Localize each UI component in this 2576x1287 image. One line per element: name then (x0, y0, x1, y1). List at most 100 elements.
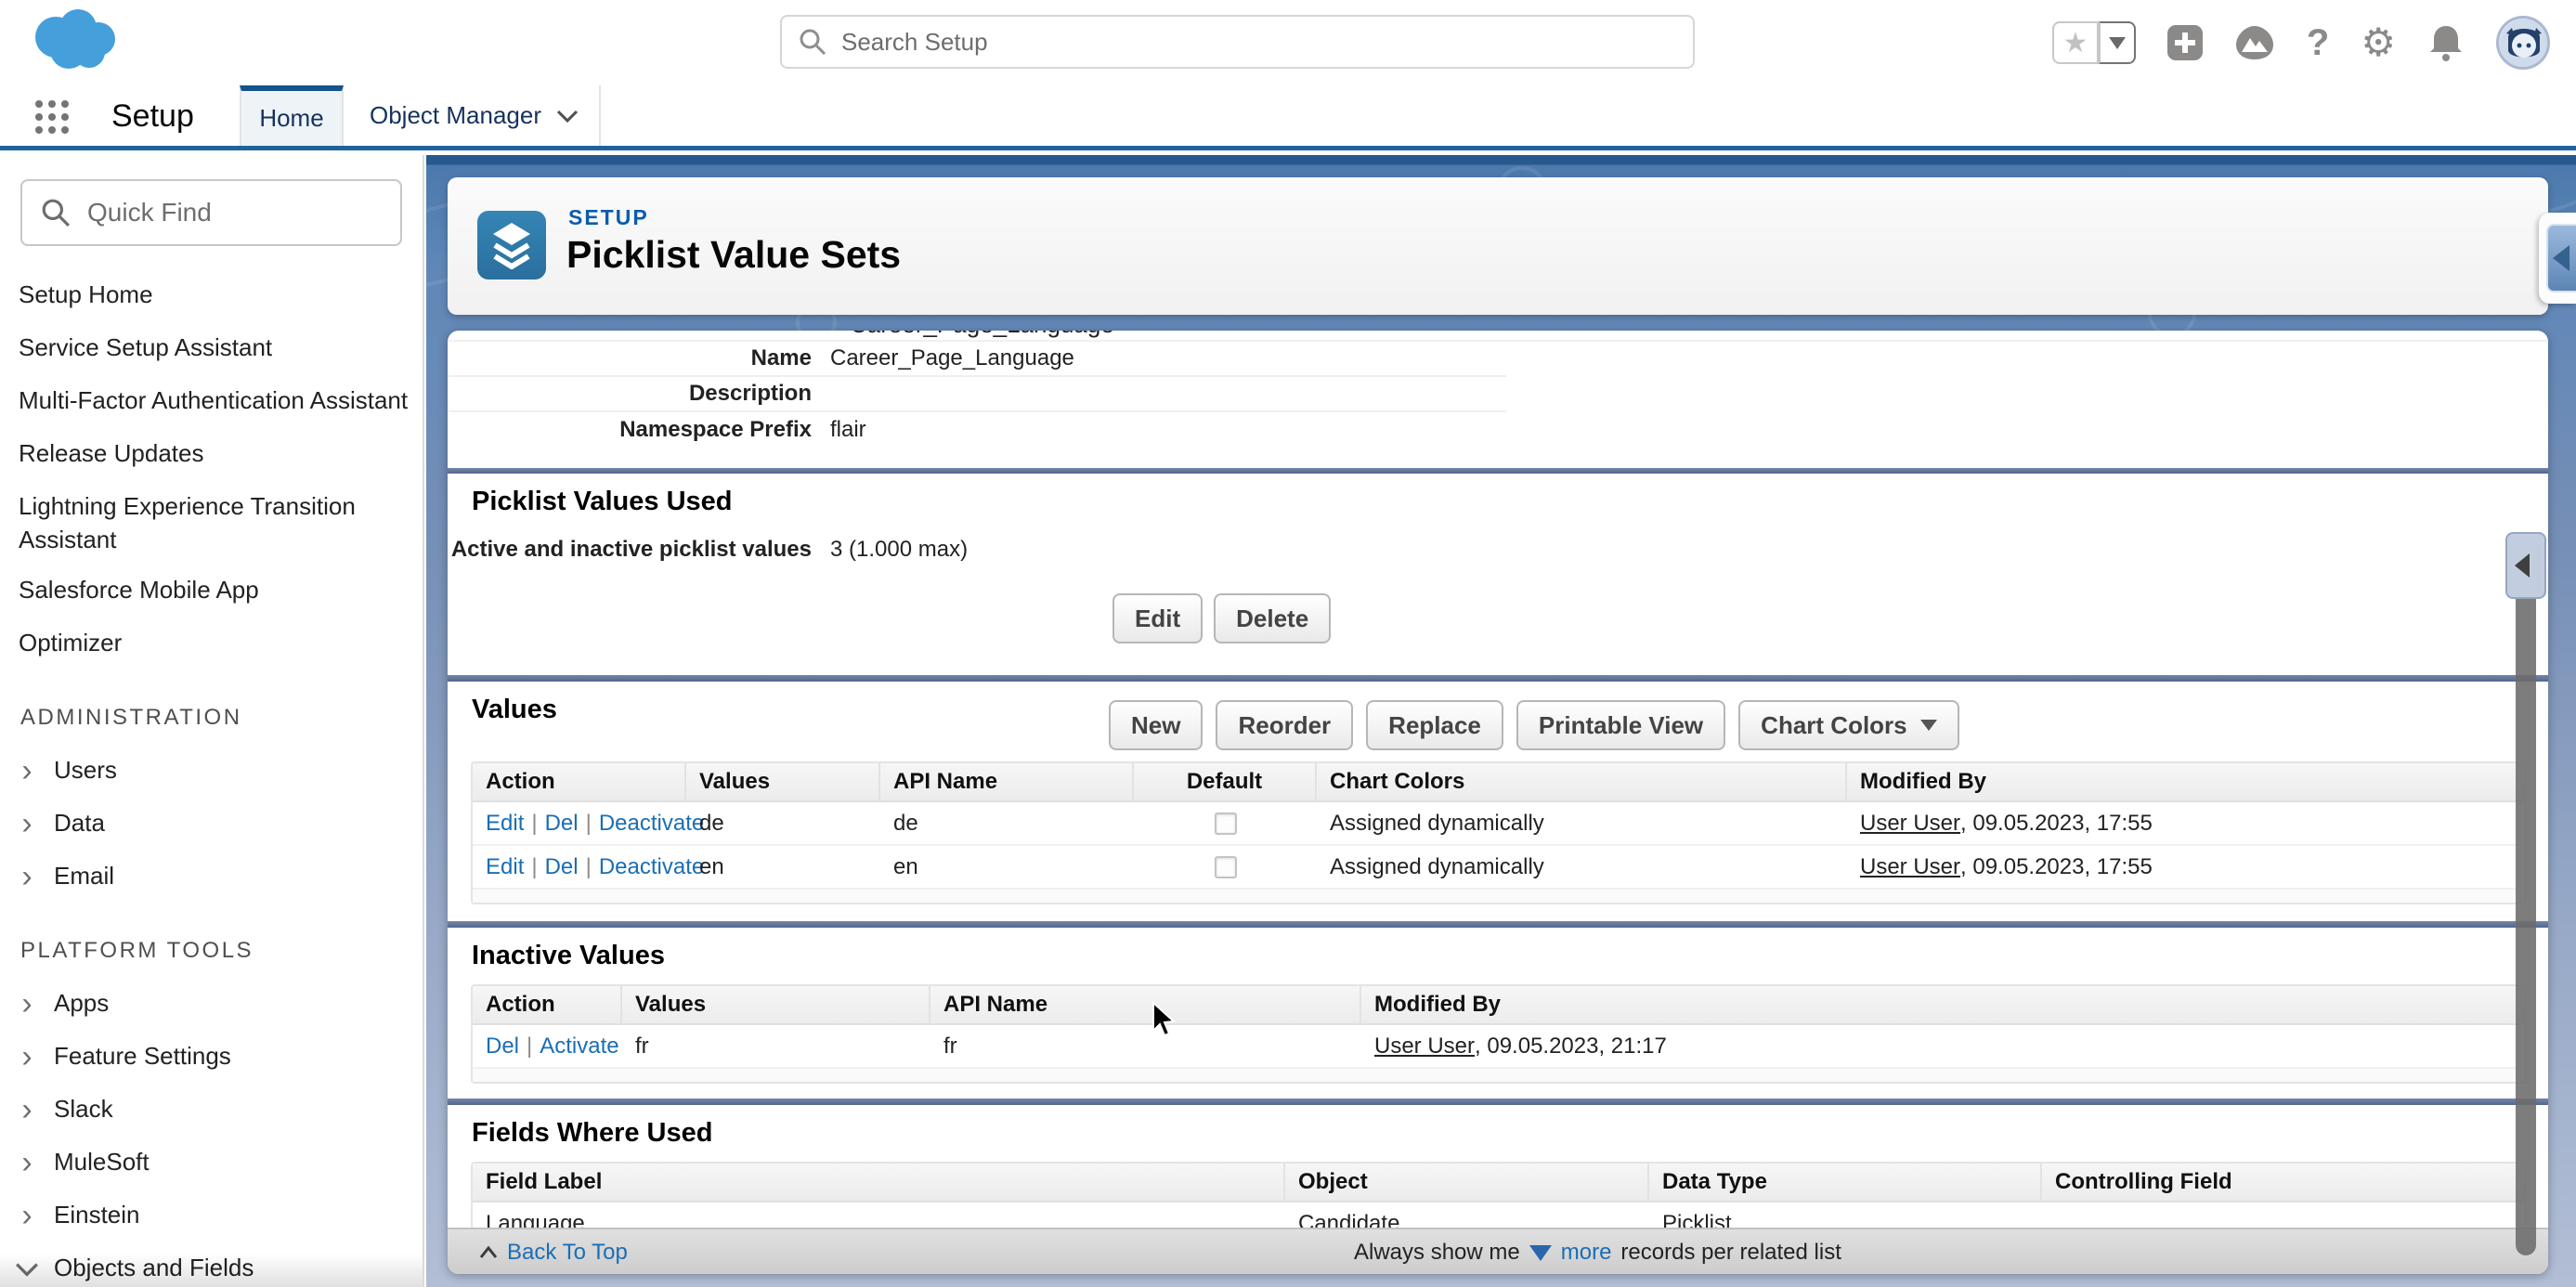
chevron-right-icon: › (0, 755, 54, 786)
detail-section: Name Career_Page_Language Description Na… (448, 342, 2548, 448)
values-row-en: Edit|Del|Deactivate en en Assigned dynam… (473, 846, 2525, 890)
arrow-left-icon (2553, 245, 2569, 271)
sidebar-item-email[interactable]: ›Email (0, 850, 423, 903)
sidebar-item-lex-transition-assistant[interactable]: Lightning Experience Transition Assistan… (0, 480, 390, 564)
back-to-top[interactable]: Back To Top (479, 1240, 628, 1266)
replace-button[interactable]: Replace (1366, 700, 1503, 750)
sidebar-item-service-setup-assistant[interactable]: Service Setup Assistant (0, 321, 423, 374)
delete-button[interactable]: Delete (1214, 593, 1331, 644)
caret-down-icon (1529, 1245, 1552, 1261)
sidebar-top-list: Setup Home Service Setup Assistant Multi… (0, 268, 423, 670)
picklist-values-used-heading: Picklist Values Used (472, 487, 2548, 517)
collapse-panel-tab[interactable] (2539, 213, 2576, 304)
new-button[interactable]: New (1109, 700, 1203, 750)
sidebar-item-setup-home[interactable]: Setup Home (0, 268, 423, 321)
section-divider (448, 921, 2548, 928)
default-checkbox[interactable] (1215, 856, 1237, 878)
salesforce-logo[interactable] (24, 4, 126, 83)
picklist-object-icon (477, 211, 546, 280)
sidebar-item-apps[interactable]: ›Apps (0, 977, 423, 1030)
collapse-arrow-button[interactable] (2546, 224, 2576, 292)
sidebar-item-mfa-assistant[interactable]: Multi-Factor Authentication Assistant (0, 374, 423, 427)
edit-button[interactable]: Edit (1112, 593, 1203, 644)
favorites-dropdown-button[interactable] (2099, 21, 2136, 64)
sidebar-section-administration: ADMINISTRATION (0, 705, 423, 731)
modified-by-user-link[interactable]: User User (1860, 811, 1960, 837)
reorder-button[interactable]: Reorder (1216, 700, 1353, 750)
printable-view-button[interactable]: Printable View (1516, 700, 1725, 750)
edit-link[interactable]: Edit (486, 854, 524, 880)
sidebar-item-users[interactable]: ›Users (0, 744, 423, 797)
setup-navbar: Setup Home Object Manager (0, 85, 2576, 150)
row-actions: Del|Activate (473, 1025, 622, 1067)
global-search (780, 15, 1695, 69)
sidebar-item-data[interactable]: ›Data (0, 797, 423, 850)
sidebar-item-optimizer[interactable]: Optimizer (0, 617, 423, 670)
quick-find-input[interactable] (87, 198, 366, 228)
sidebar-item-feature-settings[interactable]: ›Feature Settings (0, 1030, 423, 1083)
sidebar-section-platform-tools: PLATFORM TOOLS (0, 938, 423, 964)
detail-row-namespace-prefix: Namespace Prefix flair (448, 412, 1506, 448)
values-table-header: Action Values API Name Default Chart Col… (473, 763, 2525, 802)
sidebar-item-release-updates[interactable]: Release Updates (0, 427, 423, 480)
tab-home[interactable]: Home (240, 85, 344, 146)
records-per-list-control: Always show me more records per related … (1354, 1240, 1841, 1266)
values-table: Action Values API Name Default Chart Col… (471, 761, 2527, 904)
search-icon (41, 198, 71, 228)
values-toolbar: New Reorder Replace Printable View Chart… (1109, 700, 1959, 750)
inactive-table-header: Action Values API Name Modified By (473, 986, 2525, 1025)
scroll-indicator-box[interactable] (2505, 532, 2546, 599)
del-link[interactable]: Del (545, 854, 579, 880)
app-launcher-icon[interactable] (35, 100, 69, 134)
chevron-up-icon (479, 1246, 498, 1259)
active-values-row: Active and inactive picklist values 3 (1… (448, 532, 1506, 567)
chevron-right-icon: › (0, 861, 54, 892)
setup-sidebar: Setup Home Service Setup Assistant Multi… (0, 155, 424, 1287)
edit-link[interactable]: Edit (486, 811, 524, 837)
sidebar-item-mulesoft[interactable]: ›MuleSoft (0, 1136, 423, 1189)
sidebar-item-objects-and-fields[interactable]: Objects and Fields (0, 1242, 423, 1287)
chevron-right-icon: › (0, 808, 54, 839)
section-divider (448, 468, 2548, 474)
scrolled-cutoff-row: Career_Page_Language (448, 331, 2548, 342)
row-actions: Edit|Del|Deactivate (473, 802, 686, 844)
nav-divider (599, 85, 601, 146)
notifications-bell-icon[interactable] (2427, 22, 2465, 63)
sidebar-item-einstein[interactable]: ›Einstein (0, 1189, 423, 1242)
modified-by-user-link[interactable]: User User (1860, 854, 1960, 880)
fields-table-header: Field Label Object Data Type Controlling… (473, 1164, 2525, 1202)
search-icon (799, 28, 826, 56)
row-actions: Edit|Del|Deactivate (473, 846, 686, 888)
tab-object-manager[interactable]: Object Manager (360, 85, 588, 146)
del-link[interactable]: Del (545, 811, 579, 837)
section-divider (448, 675, 2548, 682)
chevron-right-icon: › (0, 988, 54, 1020)
user-avatar[interactable] (2496, 16, 2550, 70)
arrow-left-icon (2515, 553, 2530, 578)
more-records-link[interactable]: more (1561, 1240, 1612, 1266)
setup-eyebrow-label: SETUP (568, 205, 649, 230)
favorites-control: ★ (2052, 21, 2136, 64)
trailhead-icon[interactable] (2234, 24, 2275, 61)
activate-link[interactable]: Activate (540, 1034, 618, 1060)
caret-down-icon (1920, 720, 1937, 731)
values-row-de: Edit|Del|Deactivate de de Assigned dynam… (473, 802, 2525, 846)
default-checkbox[interactable] (1215, 812, 1237, 835)
chevron-right-icon: › (0, 1041, 54, 1072)
setup-gear-icon[interactable]: ⚙ (2361, 23, 2396, 62)
del-link[interactable]: Del (486, 1034, 519, 1060)
vertical-scrollbar[interactable] (2516, 553, 2536, 1255)
modified-by-user-link[interactable]: User User (1374, 1034, 1475, 1060)
chevron-right-icon: › (0, 1094, 54, 1125)
help-icon[interactable]: ? (2307, 22, 2329, 64)
sidebar-item-salesforce-mobile-app[interactable]: Salesforce Mobile App (0, 564, 423, 617)
salesforce-setup-screen: ★ ? ⚙ (0, 0, 2576, 1287)
search-input[interactable] (841, 28, 1659, 57)
quick-create-icon[interactable] (2167, 25, 2203, 60)
inactive-row-fr: Del|Activate fr fr User User, 09.05.2023… (473, 1025, 2525, 1069)
sidebar-item-slack[interactable]: ›Slack (0, 1083, 423, 1136)
chart-colors-dropdown-button[interactable]: Chart Colors (1738, 700, 1958, 750)
favorite-star-button[interactable]: ★ (2052, 21, 2099, 64)
chevron-down-icon (0, 1256, 54, 1280)
panel-footer-bar: Back To Top Always show me more records … (448, 1228, 2548, 1274)
